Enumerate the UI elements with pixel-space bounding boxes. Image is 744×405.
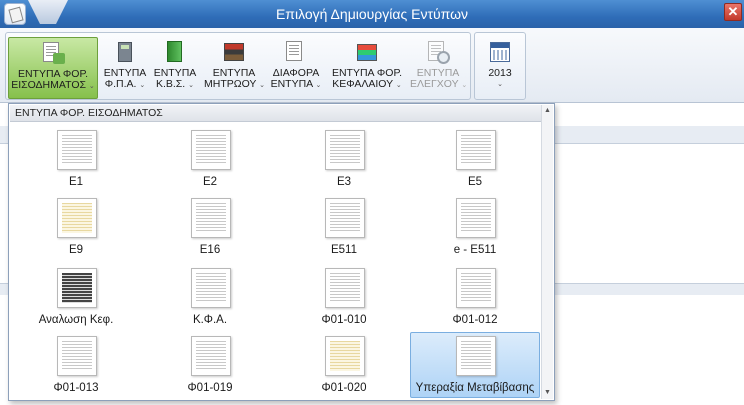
gallery-item-label: Φ01-020 [321,382,367,394]
window-title: Επιλογή Δημιουργίας Εντύπων [275,6,469,22]
gallery-item-label: E1 [68,176,84,188]
capital-tax-forms-button[interactable]: ΕΝΤΥΠΑ ΦΟΡ. ΚΕΦΑΛΑΙΟΥ ⌄ [328,37,406,99]
gallery-item-label: Φ01-019 [187,382,233,394]
form-thumbnail [191,268,231,308]
button-label-line2: ΜΗΤΡΩΟΥ [204,78,257,90]
gallery-item-label: Κ.Φ.Α. [192,314,228,326]
gallery-item-label: Φ01-013 [53,382,99,394]
calendar-icon [487,40,513,64]
button-label-line2: ΕΝΤΥΠΑ [270,78,313,90]
gallery-item[interactable]: Φ01-013 [11,332,141,398]
scroll-down-icon[interactable]: ▼ [542,387,553,399]
scroll-up-icon[interactable]: ▲ [542,105,553,117]
chevron-down-icon: ⌄ [497,81,503,88]
chevron-down-icon: ⌄ [461,82,468,89]
income-tax-forms-button[interactable]: ΕΝΤΥΠΑ ΦΟΡ. ΕΙΣΟΔΗΜΑΤΟΣ ⌄ [8,37,98,99]
form-thumbnail [325,268,365,308]
forms-ribbon-group: ΕΝΤΥΠΑ ΦΟΡ. ΕΙΣΟΔΗΜΑΤΟΣ ⌄ ΕΝΤΥΠΑ Φ.Π.Α. … [5,32,471,100]
chevron-down-icon: ⌄ [88,83,95,90]
form-thumbnail [191,130,231,170]
gallery-header: ΕΝΤΥΠΑ ΦΟΡ. ΕΙΣΟΔΗΜΑΤΟΣ [10,105,541,122]
gallery-item[interactable]: E1 [11,126,141,192]
audit-magnifier-icon [425,40,451,64]
gallery-item[interactable]: Φ01-010 [279,264,409,330]
form-thumbnail [57,198,97,238]
gallery-item-label: Αναλωση Κεφ. [38,314,114,326]
button-label-line2: Κ.Β.Σ. [155,78,186,90]
gallery-item[interactable]: E16 [145,194,275,260]
form-thumbnail [456,198,496,238]
gallery-item[interactable]: Φ01-012 [410,264,540,330]
year-ribbon-group: 2013 ⌄ [474,32,526,100]
gallery-item-label: E5 [467,176,483,188]
form-thumbnail [57,130,97,170]
calculator-icon [112,40,138,64]
form-thumbnail [456,336,496,376]
gallery-item-label: Υπεραξία Μεταβίβασης [415,382,535,394]
form-thumbnail [456,268,496,308]
gallery-item[interactable]: E3 [279,126,409,192]
gallery-item[interactable]: Κ.Φ.Α. [145,264,275,330]
form-thumbnail [325,198,365,238]
misc-forms-icon [283,40,309,64]
gallery-item-label: E511 [330,244,357,256]
button-label-line2: Φ.Π.Α. [104,78,137,90]
chevron-down-icon: ⌄ [259,82,266,89]
button-label-line2: ΚΕΦΑΛΑΙΟΥ [332,78,393,90]
gallery-item[interactable]: E9 [11,194,141,260]
gallery-item[interactable]: Αναλωση Κεφ. [11,264,141,330]
gallery-item-label: E2 [202,176,218,188]
capital-books-icon [354,40,380,64]
gallery-scrollbar[interactable]: ▲ ▼ [541,105,553,399]
chevron-down-icon: ⌄ [395,82,402,89]
chevron-down-icon: ⌄ [188,82,195,89]
form-thumbnail [57,268,97,308]
gallery-item-label: Φ01-010 [321,314,367,326]
gallery-item[interactable]: E2 [145,126,275,192]
form-thumbnail [191,198,231,238]
gallery-item-label: e - E511 [453,244,497,256]
misc-forms-button[interactable]: ΔΙΑΦΟΡΑ ΕΝΤΥΠΑ ⌄ [268,37,324,99]
year-button[interactable]: 2013 ⌄ [478,37,522,99]
tax-form-icon [40,41,66,65]
button-label-line2: ΕΛΕΓΧΟΥ [410,78,459,90]
year-label: 2013 [488,67,512,79]
gallery-item-label: E9 [68,244,84,256]
title-bar: Επιλογή Δημιουργίας Εντύπων ✕ [0,0,744,28]
gallery-item[interactable]: Φ01-019 [145,332,275,398]
registry-books-icon [221,40,247,64]
ribbon: ΕΝΤΥΠΑ ΦΟΡ. ΕΙΣΟΔΗΜΑΤΟΣ ⌄ ΕΝΤΥΠΑ Φ.Π.Α. … [0,28,744,103]
registry-forms-button[interactable]: ΕΝΤΥΠΑ ΜΗΤΡΩΟΥ ⌄ [204,37,266,99]
audit-forms-button[interactable]: ΕΝΤΥΠΑ ΕΛΕΓΧΟΥ ⌄ [410,37,468,99]
gallery-item[interactable]: Φ01-020 [279,332,409,398]
forms-gallery-dropdown: ΕΝΤΥΠΑ ΦΟΡ. ΕΙΣΟΔΗΜΑΤΟΣ E1 E2 E3 E5 E9 E16 E51… [8,103,555,401]
vat-forms-button[interactable]: ΕΝΤΥΠΑ Φ.Π.Α. ⌄ [102,37,148,99]
form-thumbnail [325,130,365,170]
gallery-item-label: E16 [199,244,221,256]
button-label-line2: ΕΙΣΟΔΗΜΑΤΟΣ [11,79,86,91]
close-button[interactable]: ✕ [724,3,742,21]
form-thumbnail [191,336,231,376]
form-thumbnail [57,336,97,376]
gallery-item-label: Φ01-012 [452,314,498,326]
gallery-item[interactable]: E511 [279,194,409,260]
gallery-item[interactable]: e - E511 [410,194,540,260]
chevron-down-icon: ⌄ [139,82,146,89]
chevron-down-icon: ⌄ [315,82,322,89]
kbs-forms-button[interactable]: ΕΝΤΥΠΑ Κ.Β.Σ. ⌄ [152,37,198,99]
book-icon [162,40,188,64]
gallery-item-label: E3 [336,176,352,188]
form-thumbnail [456,130,496,170]
gallery-item[interactable]: E5 [410,126,540,192]
gallery-item[interactable]: Υπεραξία Μεταβίβασης [410,332,540,398]
form-thumbnail [325,336,365,376]
